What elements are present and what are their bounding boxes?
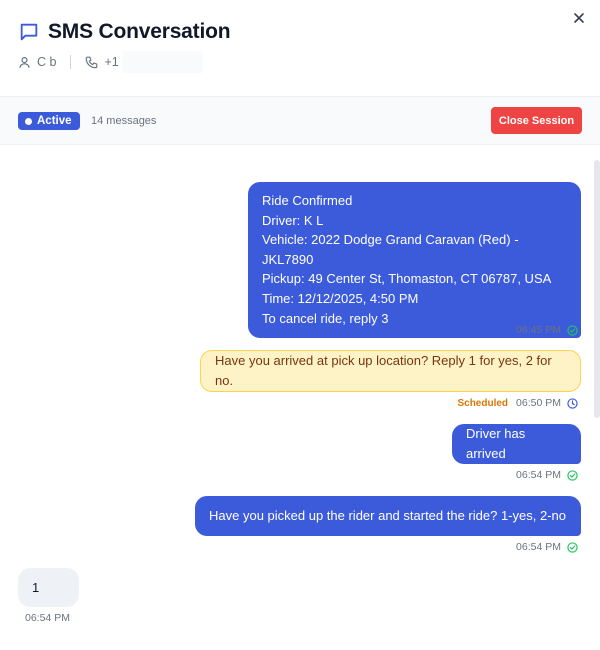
title-row: SMS Conversation — [18, 20, 231, 44]
outgoing-message: Have you picked up the rider and started… — [195, 496, 581, 536]
meta-divider — [70, 55, 72, 69]
message-line: Vehicle: 2022 Dodge Grand Caravan (Red) … — [262, 232, 519, 267]
timestamp-text: 06:50 PM — [516, 397, 561, 409]
clock-icon — [567, 397, 578, 409]
message-line: Pickup: 49 Center St, Thomaston, CT 0678… — [262, 271, 552, 287]
message-timestamp: 06:45 PM — [516, 324, 578, 336]
contact-name-item: C b — [18, 55, 56, 69]
check-circle-icon — [567, 324, 578, 336]
outgoing-message: Ride Confirmed Driver: K L Vehicle: 2022… — [248, 182, 581, 339]
user-icon — [19, 56, 30, 68]
contact-phone-item: +1 — [85, 51, 203, 73]
message-line: Driver: K L — [262, 212, 324, 228]
message-timestamp: 06:54 PM — [516, 469, 578, 481]
incoming-message: 1 — [18, 568, 79, 607]
message-thread[interactable]: Ride Confirmed Driver: K L Vehicle: 2022… — [0, 146, 600, 650]
dialog-title: SMS Conversation — [48, 20, 231, 43]
timestamp-text: 06:54 PM — [516, 469, 561, 481]
message-timestamp: Scheduled 06:50 PM — [457, 397, 578, 409]
message-line: Ride Confirmed — [262, 193, 353, 208]
message-text: Have you arrived at pick up location? Re… — [215, 353, 552, 388]
status-label: Active — [37, 115, 72, 127]
scrollbar[interactable] — [594, 160, 600, 418]
dialog-header: SMS Conversation C b +1 — [0, 0, 600, 96]
timestamp-text: 06:45 PM — [516, 324, 561, 336]
contact-name: C b — [37, 55, 57, 69]
message-text: Have you picked up the rider and started… — [209, 508, 566, 524]
phone-redaction — [122, 51, 203, 73]
message-line: Time: 12/12/2025, 4:50 PM — [262, 290, 419, 306]
chat-bubble-icon — [18, 21, 40, 43]
message-count: 14 messages — [91, 115, 157, 127]
message-text: Driver has arrived — [466, 426, 526, 461]
outgoing-message: Driver has arrived — [452, 424, 581, 464]
contact-phone: +1 — [104, 55, 119, 69]
close-icon[interactable] — [570, 9, 588, 27]
status-badge: Active — [18, 112, 80, 130]
timestamp-text: 06:54 PM — [516, 541, 561, 553]
contact-meta: C b +1 — [18, 51, 203, 73]
status-dot — [25, 117, 32, 125]
phone-icon — [86, 56, 98, 68]
timestamp-text: 06:54 PM — [25, 612, 70, 624]
message-timestamp: 06:54 PM — [516, 541, 578, 553]
session-bar: Active 14 messages Close Session — [0, 96, 600, 145]
check-circle-icon — [567, 541, 578, 553]
message-timestamp: 06:54 PM — [25, 612, 70, 624]
message-text: 1 — [32, 579, 40, 595]
scheduled-label: Scheduled — [457, 397, 509, 409]
scheduled-message: Have you arrived at pick up location? Re… — [200, 350, 581, 392]
check-circle-icon — [567, 469, 578, 481]
close-session-button[interactable]: Close Session — [491, 107, 582, 134]
